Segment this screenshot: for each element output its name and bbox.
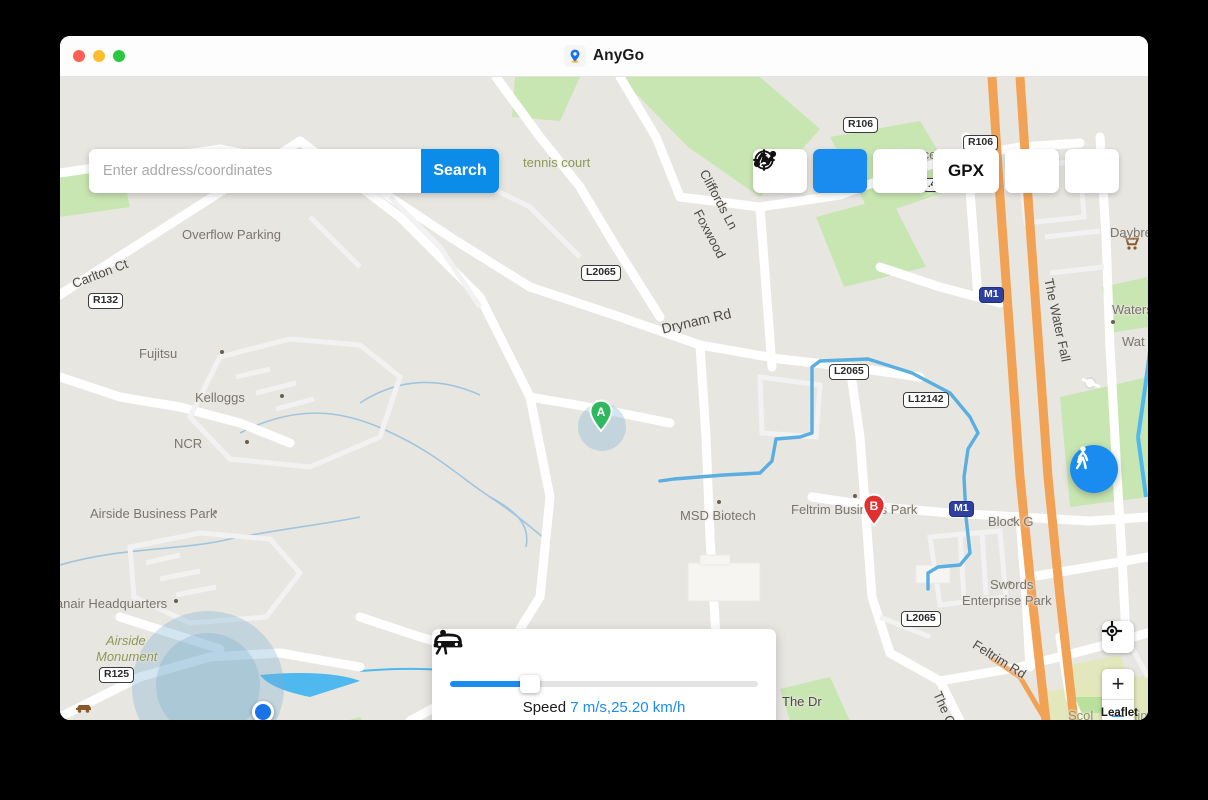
speed-value: 7 m/s,25.20 km/h <box>570 699 686 716</box>
poi-dot <box>220 350 224 354</box>
search-button[interactable]: Search <box>421 149 499 193</box>
zoom-in-button[interactable]: + <box>1102 669 1134 699</box>
history-button[interactable] <box>754 149 1059 193</box>
road-shield: L2065 <box>901 611 941 627</box>
speed-slider-thumb[interactable] <box>520 675 541 693</box>
road-shield: L2065 <box>829 364 869 380</box>
speed-label: Speed <box>522 699 567 716</box>
map-canvas[interactable]: tennis court Cliffords Ln Foxwood Fox Se… <box>60 77 1148 720</box>
motorway-shield: M1 <box>979 287 1004 303</box>
search-bar: Search <box>89 149 499 193</box>
map-pin-icon <box>563 45 586 67</box>
speed-readout: Speed 7 m/s,25.20 km/h <box>450 699 758 716</box>
road-shield: R125 <box>99 667 135 683</box>
car-icon <box>433 633 463 648</box>
road-shield: R132 <box>88 293 124 309</box>
road-shield: L2065 <box>581 265 621 281</box>
gpx-import-button[interactable]: GPX <box>933 149 999 193</box>
map-attribution[interactable]: Leaflet <box>1101 707 1138 719</box>
page-title: AnyGo <box>592 47 645 64</box>
road-shield: R106 <box>843 117 879 133</box>
poi-dot <box>1111 320 1115 324</box>
poi-dot <box>853 494 857 498</box>
poi-dot <box>280 394 284 398</box>
title-bar: AnyGo <box>60 36 1148 77</box>
end-marker-label: B <box>870 499 879 513</box>
walk-mode-badge[interactable] <box>1070 445 1118 493</box>
speed-panel-icons <box>433 629 758 673</box>
start-marker-label: A <box>597 405 606 419</box>
walking-icon <box>1075 446 1089 470</box>
anygo-window: AnyGo tennis court Cliffords Ln Foxwood … <box>60 36 1148 720</box>
window-title-group: AnyGo <box>60 36 1148 76</box>
locate-me-button[interactable] <box>1102 621 1134 653</box>
joystick-button[interactable] <box>754 149 1119 193</box>
two-spot-route-mode-button[interactable] <box>755 149 867 193</box>
poi-dot <box>213 510 217 514</box>
poi-dot <box>717 500 721 504</box>
search-input[interactable] <box>89 149 421 193</box>
mode-toolbar: GPX <box>753 149 1119 193</box>
speed-slider-fill <box>450 681 531 687</box>
speed-panel: Speed 7 m/s,25.20 km/h <box>432 629 776 720</box>
multi-spot-route-mode-button[interactable] <box>753 149 927 193</box>
speed-slider[interactable] <box>450 675 758 693</box>
poi-dot <box>1008 581 1012 585</box>
current-location-dot <box>252 701 274 720</box>
poi-dot <box>1011 518 1015 522</box>
road-shield: L12142 <box>903 392 949 408</box>
locate-icon <box>1102 621 1122 641</box>
desktop-background: AnyGo tennis court Cliffords Ln Foxwood … <box>0 0 1208 800</box>
poi-dot <box>174 599 178 603</box>
motorway-shield: M1 <box>949 501 974 517</box>
poi-dot <box>245 440 249 444</box>
